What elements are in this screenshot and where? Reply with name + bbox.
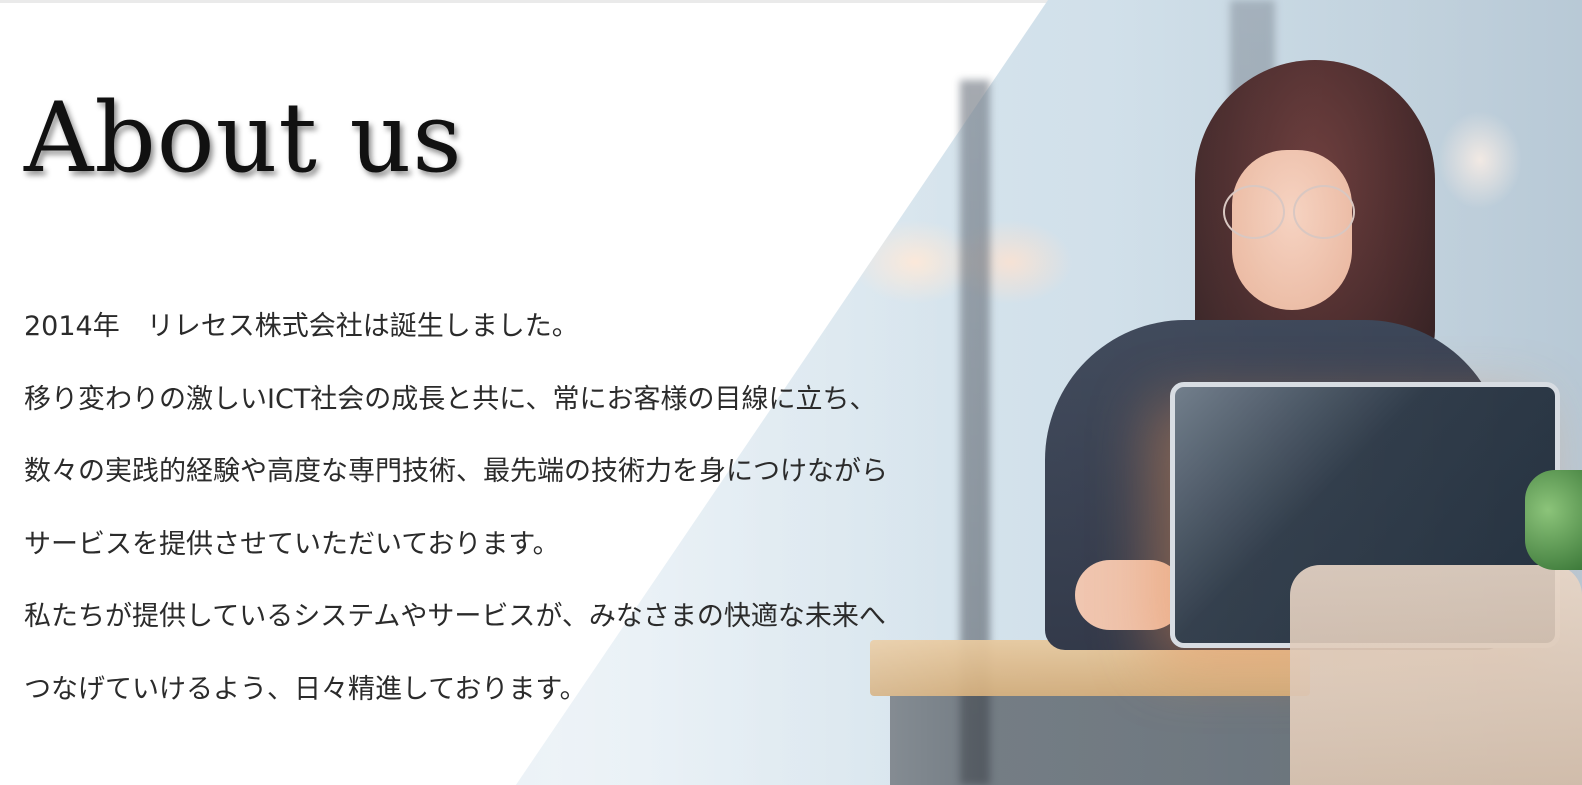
about-paragraph: 数々の実践的経験や高度な専門技術、最先端の技術力を身につけながら <box>24 456 888 487</box>
page-title: About us <box>24 82 463 194</box>
about-paragraph: サービスを提供させていただいております。 <box>24 528 560 560</box>
about-section: About us 2014年 リレセス株式会社は誕生しました。 移り変わりの激し… <box>0 0 1582 785</box>
about-text: 2014年 リレセス株式会社は誕生しました。 移り変わりの激しいICT社会の成長… <box>24 300 1064 735</box>
about-paragraph: 私たちが提供しているシステムやサービスが、みなさまの快適な未来へ <box>24 601 886 632</box>
about-paragraph: 移り変わりの激しいICT社会の成長と共に、常にお客様の目線に立ち、 <box>24 383 877 415</box>
about-paragraph: 2014年 リレセス株式会社は誕生しました。 <box>24 311 579 342</box>
about-paragraph: つなげていけるよう、日々精進しております。 <box>24 673 587 705</box>
